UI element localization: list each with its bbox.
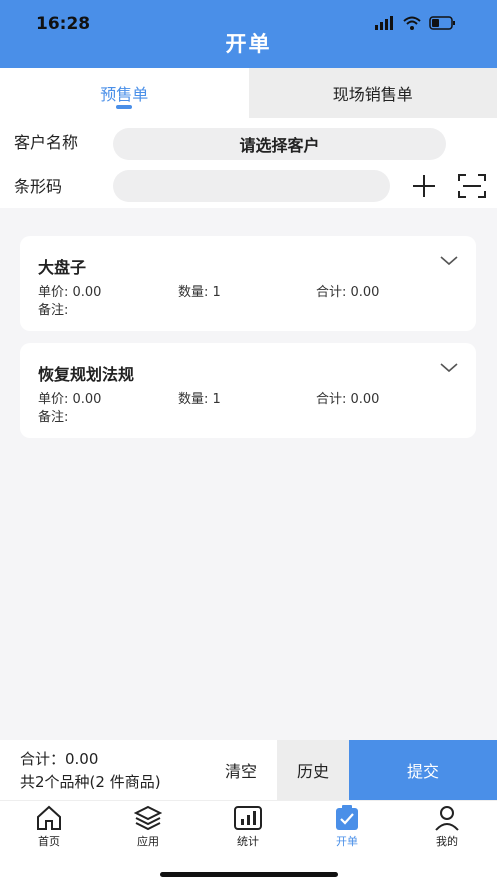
nav-profile[interactable]: 我的 [417,805,477,849]
app-header: 16:28 开单 [0,0,497,68]
order-form: 客户名称 请选择客户 条形码 [0,118,497,208]
barcode-label: 条形码 [14,173,62,197]
tab-presale[interactable]: 预售单 [0,68,249,118]
barcode-input[interactable] [113,170,390,202]
tab-onsite-sale[interactable]: 现场销售单 [249,68,497,118]
home-indicator [160,872,338,877]
nav-order[interactable]: 开单 [317,805,377,849]
page-title: 开单 [0,28,497,58]
list-item[interactable]: 恢复规划法规 单价: 0.00 数量: 1 合计: 0.00 备注: [20,343,476,438]
order-icon [334,805,360,831]
item-total: 合计: 0.00 [316,388,379,407]
item-name: 恢复规划法规 [38,361,134,385]
order-summary: 合计：0.00 共2个品种(2 件商品) [0,740,205,800]
list-item[interactable]: 大盘子 单价: 0.00 数量: 1 合计: 0.00 备注: [20,236,476,331]
item-name: 大盘子 [38,254,86,278]
nav-stats[interactable]: 统计 [218,805,278,849]
user-icon [434,805,460,831]
history-button[interactable]: 历史 [277,740,349,800]
summary-count: 共2个品种(2 件商品) [20,771,161,792]
nav-apps[interactable]: 应用 [118,805,178,849]
add-icon[interactable] [411,173,437,199]
layers-icon [134,805,162,831]
item-price: 单价: 0.00 [38,281,101,300]
item-note: 备注: [38,406,68,425]
stats-icon [233,805,263,831]
summary-total: 合计：0.00 [20,748,98,769]
item-qty: 数量: 1 [178,281,221,300]
home-icon [35,805,63,831]
order-type-tabs: 预售单 现场销售单 [0,68,497,118]
order-footer: 合计：0.00 共2个品种(2 件商品) 清空 历史 提交 [0,740,497,800]
item-price: 单价: 0.00 [38,388,101,407]
item-total: 合计: 0.00 [316,281,379,300]
item-qty: 数量: 1 [178,388,221,407]
chevron-down-icon[interactable] [440,363,458,373]
customer-label: 客户名称 [14,129,78,153]
chevron-down-icon[interactable] [440,256,458,266]
submit-button[interactable]: 提交 [349,740,497,800]
customer-select[interactable]: 请选择客户 [113,128,446,160]
item-note: 备注: [38,299,68,318]
clear-button[interactable]: 清空 [205,740,277,800]
scan-icon[interactable] [457,172,487,200]
nav-home[interactable]: 首页 [19,805,79,849]
